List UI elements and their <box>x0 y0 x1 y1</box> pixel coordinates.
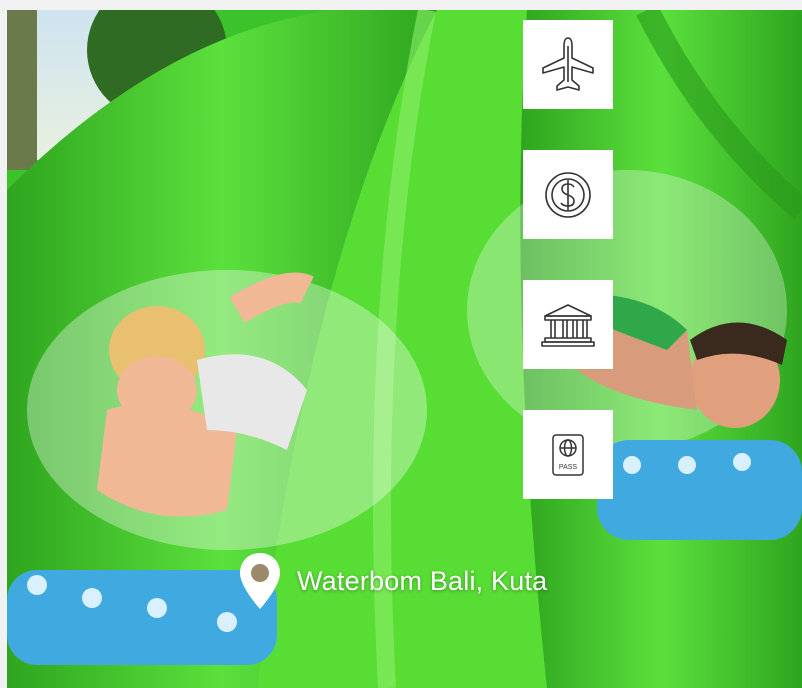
bank-link[interactable] <box>523 280 613 369</box>
flights-link[interactable] <box>523 20 613 109</box>
airplane-icon <box>542 36 594 91</box>
location-label: Waterbom Bali, Kuta <box>297 565 548 596</box>
currency-icon <box>545 171 591 218</box>
passport-link[interactable]: PASS <box>523 410 613 499</box>
passport-icon: PASS <box>552 433 584 476</box>
map-pin-icon <box>240 553 280 609</box>
passport-badge-text: PASS <box>559 464 577 471</box>
currency-link[interactable] <box>523 150 613 239</box>
location-tag: Waterbom Bali, Kuta <box>237 550 547 612</box>
hero-photo: PASS Waterbom Bali, Kuta <box>7 10 802 688</box>
bank-icon <box>541 303 595 347</box>
